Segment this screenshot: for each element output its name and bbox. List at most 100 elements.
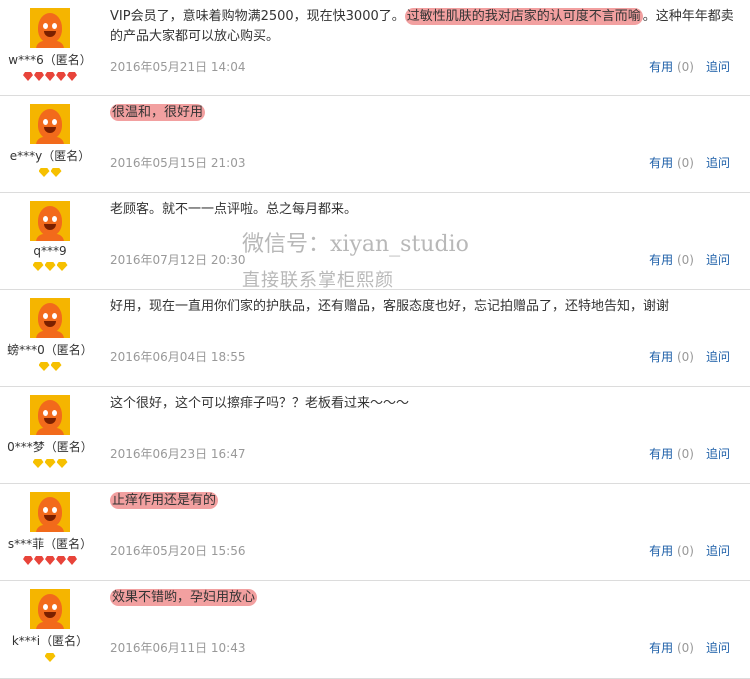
review-item: w***6（匿名） VIP会员了，意味着购物满2500，现在快3000了。 过敏性肌… xyxy=(0,0,750,96)
reply-button[interactable]: 追问 xyxy=(706,60,730,74)
reviewer-info: 螃***0（匿名） xyxy=(0,298,100,372)
useful-count: (0) xyxy=(676,447,694,461)
user-level-badge-icon xyxy=(38,168,50,177)
useful-count: (0) xyxy=(676,253,694,267)
reviewer-name: q***9 xyxy=(33,244,67,258)
review-actions: 有用 (0) 追问 xyxy=(649,445,730,462)
review-date: 2016年07月12日 20:30 xyxy=(110,253,246,267)
reply-button[interactable]: 追问 xyxy=(706,447,730,461)
user-level-badge-icon xyxy=(50,168,62,177)
review-text: 好用，现在一直用你们家的护肤品，还有赠品，客服态度也好，忘记拍赠品了，还特地告知… xyxy=(110,297,740,317)
user-level-badge-icon xyxy=(34,556,44,565)
review-item: 螃***0（匿名） 好用，现在一直用你们家的护肤品，还有赠品，客服态度也好，忘记拍… xyxy=(0,290,750,387)
review-date: 2016年05月20日 15:56 xyxy=(110,544,246,558)
review-text-highlight: 止痒作用还是有的 xyxy=(110,492,219,509)
useful-button[interactable]: 有用 xyxy=(649,156,673,170)
useful-count: (0) xyxy=(676,60,694,74)
reviewer-name: w***6（匿名） xyxy=(8,53,92,67)
reviewer-info: 0***梦（匿名） xyxy=(0,395,100,469)
useful-button[interactable]: 有用 xyxy=(649,447,673,461)
review-text: 很温和，很好用 xyxy=(110,103,740,123)
useful-count: (0) xyxy=(676,544,694,558)
review-text-before: 老顾客。就不一一点评啦。总之每月都来。 xyxy=(110,202,358,217)
avatar xyxy=(30,201,70,241)
useful-button[interactable]: 有用 xyxy=(649,350,673,364)
user-level-badges xyxy=(0,651,100,663)
review-item: k***i（匿名） 效果不错哟，孕妇用放心 2016年06月11日 10:43 有用 … xyxy=(0,581,750,679)
reviewer-name: s***菲（匿名） xyxy=(7,537,93,551)
user-level-badge-icon xyxy=(44,653,56,662)
useful-button[interactable]: 有用 xyxy=(649,60,673,74)
avatar xyxy=(30,298,70,338)
review-text: VIP会员了，意味着购物满2500，现在快3000了。 过敏性肌肤的我对店家的认可… xyxy=(110,7,740,47)
user-level-badge-icon xyxy=(45,72,55,81)
review-item: q***9 老顾客。就不一一点评啦。总之每月都来。 2016年07月12日 20:3… xyxy=(0,193,750,290)
review-date: 2016年06月04日 18:55 xyxy=(110,350,246,364)
review-text-highlight: 效果不错哟，孕妇用放心 xyxy=(110,589,258,606)
reviewer-info: q***9 xyxy=(0,201,100,272)
reply-button[interactable]: 追问 xyxy=(706,544,730,558)
reviewer-info: e***y（匿名） xyxy=(0,104,100,178)
review-actions: 有用 (0) 追问 xyxy=(649,58,730,75)
useful-button[interactable]: 有用 xyxy=(649,544,673,558)
review-date: 2016年06月23日 16:47 xyxy=(110,447,246,461)
user-level-badge-icon xyxy=(32,459,44,468)
reviewer-info: s***菲（匿名） xyxy=(0,492,100,566)
user-level-badge-icon xyxy=(38,362,50,371)
avatar xyxy=(30,492,70,532)
user-level-badge-icon xyxy=(44,459,56,468)
user-level-badge-icon xyxy=(56,459,68,468)
review-item: s***菲（匿名） 止痒作用还是有的 2016年05月20日 15:56 有用 (0)… xyxy=(0,484,750,581)
review-actions: 有用 (0) 追问 xyxy=(649,251,730,268)
review-text-before: VIP会员了，意味着购物满2500，现在快3000了。 xyxy=(110,9,405,24)
user-level-badges xyxy=(0,457,100,469)
avatar xyxy=(30,104,70,144)
review-text-highlight: 很温和，很好用 xyxy=(110,104,206,121)
reviewer-info: k***i（匿名） xyxy=(0,589,100,663)
user-level-badge-icon xyxy=(23,556,33,565)
user-level-badge-icon xyxy=(44,262,56,271)
reply-button[interactable]: 追问 xyxy=(706,641,730,655)
avatar xyxy=(30,8,70,48)
review-date: 2016年06月11日 10:43 xyxy=(110,641,246,655)
review-text: 这个很好，这个可以擦痱子吗？？老板看过来～～～ xyxy=(110,394,740,414)
review-date: 2016年05月15日 21:03 xyxy=(110,156,246,170)
user-level-badges xyxy=(0,360,100,372)
useful-count: (0) xyxy=(676,350,694,364)
review-text-before: 好用，现在一直用你们家的护肤品，还有赠品，客服态度也好，忘记拍赠品了，还特地告知… xyxy=(110,299,670,314)
reviewer-name: 0***梦（匿名） xyxy=(7,440,93,454)
reviewer-info: w***6（匿名） xyxy=(0,8,100,82)
review-actions: 有用 (0) 追问 xyxy=(649,154,730,171)
user-level-badge-icon xyxy=(23,72,33,81)
user-level-badge-icon xyxy=(56,72,66,81)
review-date: 2016年05月21日 14:04 xyxy=(110,60,246,74)
useful-count: (0) xyxy=(676,641,694,655)
review-text-before: 这个很好，这个可以擦痱子吗？？老板看过来～～～ xyxy=(110,396,410,411)
user-level-badge-icon xyxy=(67,556,77,565)
user-level-badge-icon xyxy=(67,72,77,81)
review-text: 效果不错哟，孕妇用放心 xyxy=(110,588,740,608)
review-item: e***y（匿名） 很温和，很好用 2016年05月15日 21:03 有用 (0) 追… xyxy=(0,96,750,193)
reviewer-name: 螃***0（匿名） xyxy=(7,343,93,357)
user-level-badge-icon xyxy=(34,72,44,81)
useful-button[interactable]: 有用 xyxy=(649,253,673,267)
user-level-badge-icon xyxy=(56,262,68,271)
review-list: w***6（匿名） VIP会员了，意味着购物满2500，现在快3000了。 过敏性肌… xyxy=(0,0,750,679)
review-text: 止痒作用还是有的 xyxy=(110,491,740,511)
user-level-badge-icon xyxy=(45,556,55,565)
reply-button[interactable]: 追问 xyxy=(706,253,730,267)
reviewer-name: e***y（匿名） xyxy=(9,149,91,163)
review-item: 0***梦（匿名） 这个很好，这个可以擦痱子吗？？老板看过来～～～ 2016年06月… xyxy=(0,387,750,484)
useful-button[interactable]: 有用 xyxy=(649,641,673,655)
reply-button[interactable]: 追问 xyxy=(706,156,730,170)
user-level-badge-icon xyxy=(50,362,62,371)
review-text: 老顾客。就不一一点评啦。总之每月都来。 xyxy=(110,200,740,220)
review-actions: 有用 (0) 追问 xyxy=(649,542,730,559)
avatar xyxy=(30,589,70,629)
avatar xyxy=(30,395,70,435)
reply-button[interactable]: 追问 xyxy=(706,350,730,364)
review-text-highlight: 过敏性肌肤的我对店家的认可度不言而喻 xyxy=(404,8,643,25)
user-level-badge-icon xyxy=(56,556,66,565)
user-level-badges xyxy=(0,166,100,178)
user-level-badge-icon xyxy=(32,262,44,271)
